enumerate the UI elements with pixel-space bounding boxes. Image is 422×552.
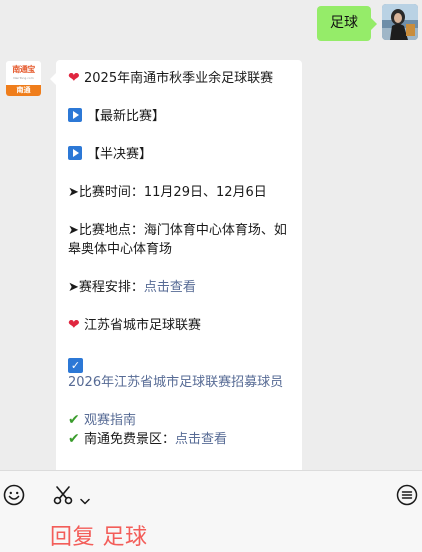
bot-logo-sub: NanTong.com [13,76,34,80]
bot-logo-bottom: 南通 [6,85,41,96]
free-scenic-link[interactable]: 点击查看 [175,432,227,447]
city-league-line: ❤ 江苏省城市足球联赛 [68,316,302,335]
check-icon: ✔ [68,431,80,447]
match-venue-line: ➤比赛地点：海门体育中心体育场、如皋奥体中心体育场 [68,223,287,257]
bot-logo: 南通宝 NanTong.com [6,61,41,85]
user-avatar[interactable] [382,4,418,40]
schedule-prefix: ➤赛程安排： [68,280,144,295]
guide-line: ✔ 观赛指南 [68,411,302,430]
user-message-bubble[interactable]: 足球 [317,6,377,41]
bottom-toolbar: 回复 足球 [0,470,422,552]
title-line: ❤ 2025年南通市秋季业余足球联赛 [68,69,302,88]
chat-area: 足球 南通宝 NanTong.com 南通 ❤ 2025年南通市秋季业余足球联赛 … [0,0,422,470]
free-scenic-line: ✔ 南通免费景区：点击查看 [68,430,302,449]
reply-keyword: 回复 足球 [50,525,148,550]
heart-icon: ❤ [68,70,80,86]
menu-icon[interactable] [396,484,418,506]
city-league-text: 江苏省城市足球联赛 [84,318,202,333]
check-icon: ✔ [68,412,80,428]
schedule-line: ➤赛程安排：点击查看 [68,278,302,297]
play-icon [68,146,82,160]
scissors-icon[interactable] [52,484,74,506]
checkbox-line: ✓ [68,354,302,373]
bot-message-bubble: ❤ 2025年南通市秋季业余足球联赛 【最新比赛】 【半决赛】 ➤比赛时间：11月… [50,60,302,470]
recruit-link[interactable]: 2026年江苏省城市足球联赛招募球员 [68,373,293,392]
latest-games-line: 【最新比赛】 [68,107,302,126]
user-message-text: 足球 [330,15,358,31]
emoji-icon[interactable] [3,484,25,506]
semifinal-text: 【半决赛】 [87,147,153,162]
latest-games-text: 【最新比赛】 [87,109,166,124]
bot-logo-main: 南通宝 [12,65,35,74]
title-text: 2025年南通市秋季业余足球联赛 [84,71,274,86]
checkbox-icon: ✓ [68,358,83,373]
heart-icon: ❤ [68,317,80,333]
schedule-link[interactable]: 点击查看 [144,280,196,295]
chevron-down-icon[interactable] [80,491,90,505]
semifinal-line: 【半决赛】 [68,145,302,164]
match-time-line: ➤比赛时间：11月29日、12月6日 [68,185,267,200]
bot-avatar[interactable]: 南通宝 NanTong.com 南通 [6,61,41,96]
free-scenic-prefix: 南通免费景区： [84,432,176,447]
play-icon [68,108,82,122]
guide-link[interactable]: 观赛指南 [84,413,136,428]
